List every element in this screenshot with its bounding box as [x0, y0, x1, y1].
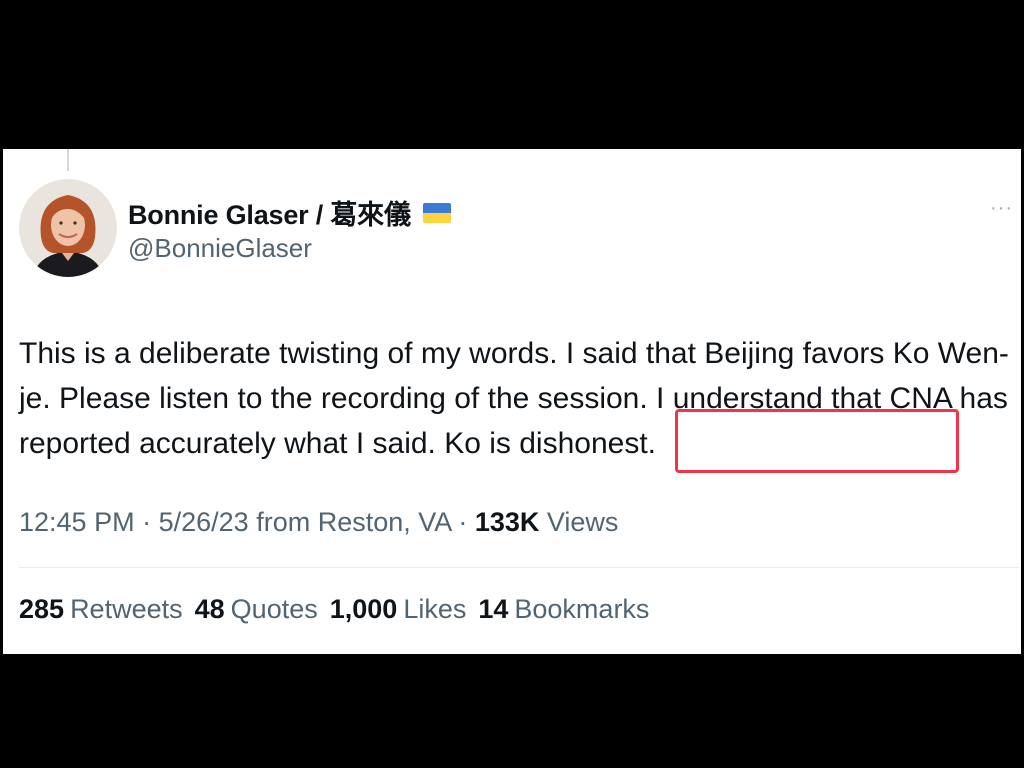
more-options-icon[interactable]: ···: [990, 197, 1013, 220]
likes-stat[interactable]: 1,000 Likes: [330, 594, 467, 625]
bookmarks-count: 14: [478, 594, 509, 624]
tweet-date[interactable]: 5/26/23: [159, 507, 249, 537]
quotes-count: 48: [194, 594, 225, 624]
tweet-text: This is a deliberate twisting of my word…: [19, 337, 1009, 460]
bookmarks-stat[interactable]: 14 Bookmarks: [478, 594, 649, 625]
likes-label: Likes: [403, 594, 467, 624]
meta-separator: ·: [142, 507, 152, 537]
thread-line: [67, 149, 69, 171]
bookmarks-label: Bookmarks: [514, 594, 650, 624]
engagement-stats: 285 Retweets 48 Quotes 1,000 Likes 14 Bookma…: [19, 594, 649, 625]
ukraine-flag-icon: [422, 202, 451, 223]
avatar[interactable]: [19, 179, 117, 277]
retweets-count: 285: [19, 594, 65, 624]
tweet-card: Bonnie Glaser / 葛來儀 @BonnieGlaser ··· Th…: [3, 149, 1021, 654]
views-label[interactable]: Views: [547, 507, 619, 537]
retweets-label: Retweets: [70, 594, 183, 624]
quotes-label: Quotes: [230, 594, 318, 624]
author-name-row[interactable]: Bonnie Glaser / 葛來儀: [128, 193, 451, 232]
divider: [19, 567, 1019, 568]
retweets-stat[interactable]: 285 Retweets: [19, 594, 183, 625]
tweet-time[interactable]: 12:45 PM: [19, 507, 135, 537]
likes-count: 1,000: [329, 594, 398, 624]
tweet-meta: 12:45 PM · 5/26/23 from Reston, VA · 133…: [19, 507, 618, 538]
tweet-location: from Reston, VA: [256, 507, 451, 537]
author-handle[interactable]: @BonnieGlaser: [128, 233, 312, 264]
quotes-stat[interactable]: 48 Quotes: [195, 594, 318, 625]
meta-separator: ·: [458, 507, 468, 537]
author-display-name[interactable]: Bonnie Glaser / 葛來儀: [128, 193, 411, 232]
views-count[interactable]: 133K: [475, 507, 540, 537]
